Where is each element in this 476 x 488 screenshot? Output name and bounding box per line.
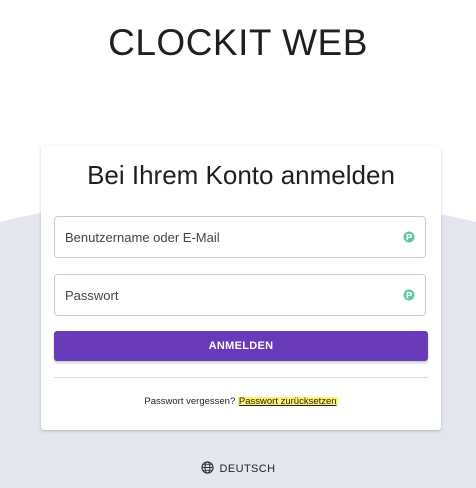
username-input[interactable] bbox=[65, 217, 395, 257]
app-title: CLOCKIT WEB bbox=[108, 22, 368, 63]
reset-password-link[interactable]: Passwort zurücksetzen bbox=[237, 396, 338, 407]
password-input[interactable] bbox=[65, 275, 395, 315]
globe-icon bbox=[200, 461, 214, 474]
language-label: DEUTSCH bbox=[219, 463, 276, 475]
username-field[interactable] bbox=[54, 216, 426, 258]
login-button[interactable]: ANMELDEN bbox=[54, 331, 428, 361]
forgot-password-text: Passwort vergessen? bbox=[144, 396, 236, 407]
divider bbox=[54, 377, 428, 378]
password-manager-icon[interactable] bbox=[403, 231, 415, 243]
login-card: Bei Ihrem Konto anmelden ANMELDEN Passwo… bbox=[41, 146, 441, 430]
forgot-password-row: Passwort vergessen? Passwort zurücksetze… bbox=[41, 396, 441, 407]
password-manager-icon[interactable] bbox=[403, 289, 415, 301]
login-heading: Bei Ihrem Konto anmelden bbox=[87, 160, 395, 190]
language-selector[interactable]: DEUTSCH bbox=[0, 461, 476, 475]
password-field[interactable] bbox=[54, 274, 426, 316]
